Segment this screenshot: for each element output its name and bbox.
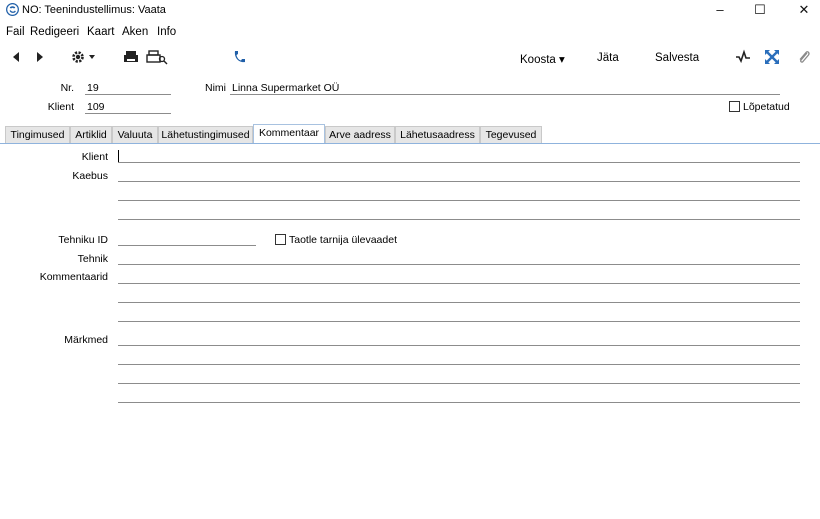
previous-record-icon[interactable] <box>8 49 26 65</box>
kommentaarid-line-3[interactable] <box>118 321 800 322</box>
minimize-button[interactable]: – <box>702 0 738 22</box>
text-cursor <box>118 150 119 162</box>
kaebus-line-3[interactable] <box>118 219 800 220</box>
next-record-icon[interactable] <box>30 49 48 65</box>
taotle-label: Taotle tarnija ülevaadet <box>289 234 397 246</box>
expand-icon[interactable] <box>763 49 781 65</box>
menu-info[interactable]: Info <box>157 26 176 38</box>
print-preview-icon[interactable] <box>146 49 168 65</box>
gear-icon[interactable] <box>70 49 98 65</box>
lopetatud-label: Lõpetatud <box>743 101 790 113</box>
klient-field[interactable] <box>118 162 800 163</box>
nimi-underline <box>230 94 780 95</box>
nimi-label: Nimi <box>205 82 226 94</box>
phone-icon[interactable] <box>230 49 248 65</box>
jata-button[interactable]: Jäta <box>597 52 619 64</box>
kaebus-line-2[interactable] <box>118 200 800 201</box>
nr-field[interactable]: 19 <box>87 82 99 94</box>
lopetatud-checkbox[interactable] <box>729 101 740 112</box>
menu-kaart[interactable]: Kaart <box>87 26 115 38</box>
maximize-button[interactable]: ☐ <box>742 0 778 22</box>
markmed-line-3[interactable] <box>118 383 800 384</box>
title-bar: NO: Teenindustellimus: Vaata – ☐ ✕ <box>0 0 820 22</box>
window-title: NO: Teenindustellimus: Vaata <box>22 4 166 16</box>
menu-bar: Fail Redigeeri Kaart Aken Info <box>0 23 820 41</box>
tab-kommentaar[interactable]: Kommentaar <box>253 124 325 144</box>
tehnik-field[interactable] <box>118 264 800 265</box>
tab-tegevused[interactable]: Tegevused <box>480 126 542 144</box>
kommentaarid-line-1[interactable] <box>118 283 800 284</box>
klient-header-field[interactable]: 109 <box>87 101 105 113</box>
menu-aken[interactable]: Aken <box>122 26 148 38</box>
tehniku-id-label: Tehniku ID <box>58 234 108 246</box>
tab-lahetustingimused[interactable]: Lähetustingimused <box>158 126 253 144</box>
klient-label: Klient <box>81 151 108 163</box>
tab-arve-aadress[interactable]: Arve aadress <box>325 126 395 144</box>
activity-icon[interactable] <box>734 49 752 65</box>
tehniku-id-field[interactable] <box>118 245 256 246</box>
attachment-icon[interactable] <box>795 49 813 65</box>
nimi-field[interactable]: Linna Supermarket OÜ <box>232 82 339 94</box>
toolbar: Koosta ▾ Jäta Salvesta <box>0 42 820 72</box>
salvesta-button[interactable]: Salvesta <box>655 52 699 64</box>
menu-redigeeri[interactable]: Redigeeri <box>30 26 79 38</box>
tab-tingimused[interactable]: Tingimused <box>5 126 70 144</box>
koosta-button[interactable]: Koosta ▾ <box>520 52 565 66</box>
nr-label: Nr. <box>60 82 74 94</box>
nr-underline <box>85 94 171 95</box>
taotle-checkbox[interactable] <box>275 234 286 245</box>
kommentaarid-line-2[interactable] <box>118 302 800 303</box>
markmed-line-1[interactable] <box>118 345 800 346</box>
tab-valuuta[interactable]: Valuuta <box>112 126 158 144</box>
markmed-line-2[interactable] <box>118 364 800 365</box>
kommentaarid-label: Kommentaarid <box>39 271 108 283</box>
tab-lahetusaadress[interactable]: Lähetusaadress <box>395 126 480 144</box>
app-logo-icon <box>6 3 19 16</box>
markmed-label: Märkmed <box>64 334 108 346</box>
klient-header-underline <box>85 113 171 114</box>
tab-divider <box>0 143 820 144</box>
markmed-line-4[interactable] <box>118 402 800 403</box>
kaebus-line-1[interactable] <box>118 181 800 182</box>
print-icon[interactable] <box>122 49 140 65</box>
klient-header-label: Klient <box>47 101 74 113</box>
close-button[interactable]: ✕ <box>786 0 820 22</box>
tehnik-label: Tehnik <box>77 253 108 265</box>
tab-artiklid[interactable]: Artiklid <box>70 126 112 144</box>
kaebus-label: Kaebus <box>72 170 108 182</box>
menu-fail[interactable]: Fail <box>6 26 25 38</box>
